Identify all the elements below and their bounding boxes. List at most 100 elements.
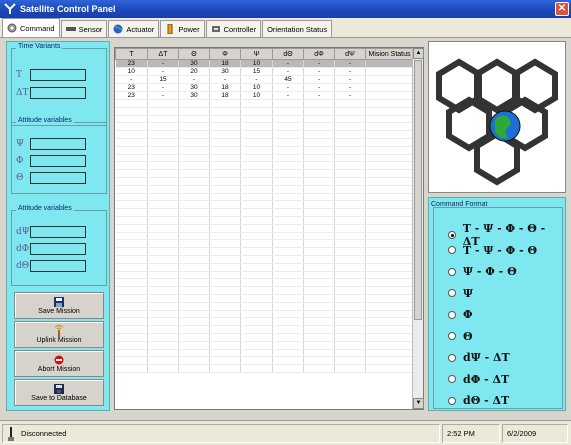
table-cell[interactable] bbox=[334, 356, 366, 366]
table-cell[interactable] bbox=[178, 286, 210, 295]
table-cell[interactable] bbox=[115, 154, 148, 163]
table-cell[interactable]: - bbox=[147, 83, 179, 92]
uplink-mission-button[interactable]: Uplink Mission bbox=[14, 321, 104, 348]
table-cell[interactable] bbox=[209, 208, 241, 217]
table-cell[interactable] bbox=[147, 99, 179, 108]
scroll-down-icon[interactable]: ▼ bbox=[413, 398, 424, 409]
table-cell[interactable] bbox=[147, 325, 179, 334]
table-cell[interactable] bbox=[240, 107, 273, 116]
table-cell[interactable] bbox=[178, 263, 210, 272]
table-cell[interactable] bbox=[272, 364, 304, 373]
table-row[interactable] bbox=[115, 154, 414, 163]
table-row[interactable] bbox=[115, 146, 414, 155]
column-header[interactable]: dΨ bbox=[334, 48, 366, 60]
table-row[interactable] bbox=[115, 122, 414, 132]
table-cell[interactable] bbox=[272, 271, 304, 280]
table-cell[interactable] bbox=[303, 263, 335, 272]
table-cell[interactable] bbox=[178, 185, 210, 194]
table-cell[interactable]: 10 bbox=[240, 91, 273, 100]
table-cell[interactable]: - bbox=[303, 83, 335, 92]
table-cell[interactable]: 18 bbox=[209, 59, 241, 68]
table-cell[interactable] bbox=[303, 232, 335, 241]
table-cell[interactable] bbox=[365, 333, 414, 342]
table-cell[interactable] bbox=[178, 310, 210, 319]
table-cell[interactable] bbox=[303, 169, 335, 178]
table-cell[interactable] bbox=[147, 255, 179, 264]
table-cell[interactable] bbox=[303, 99, 335, 108]
table-cell[interactable] bbox=[365, 216, 414, 225]
table-row[interactable] bbox=[115, 99, 414, 108]
table-cell[interactable] bbox=[334, 115, 366, 124]
table-cell[interactable] bbox=[209, 310, 241, 319]
table-cell[interactable] bbox=[115, 317, 148, 327]
radio-button[interactable] bbox=[448, 375, 456, 383]
radio-button[interactable] bbox=[448, 289, 456, 297]
table-cell[interactable] bbox=[334, 208, 366, 217]
table-cell[interactable] bbox=[115, 208, 148, 217]
table-cell[interactable] bbox=[178, 130, 210, 139]
dpsi-input[interactable] bbox=[30, 226, 86, 238]
table-row[interactable] bbox=[115, 278, 414, 288]
table-cell[interactable] bbox=[365, 115, 414, 124]
table-cell[interactable] bbox=[209, 154, 241, 163]
table-cell[interactable]: - bbox=[178, 75, 210, 84]
table-row[interactable] bbox=[115, 294, 414, 303]
table-cell[interactable] bbox=[115, 325, 148, 334]
table-cell[interactable] bbox=[209, 356, 241, 366]
table-cell[interactable] bbox=[209, 122, 241, 132]
table-cell[interactable] bbox=[115, 122, 148, 132]
table-cell[interactable]: - bbox=[303, 91, 335, 100]
table-cell[interactable] bbox=[147, 333, 179, 342]
table-cell[interactable] bbox=[334, 138, 366, 147]
table-cell[interactable] bbox=[178, 154, 210, 163]
table-cell[interactable] bbox=[178, 169, 210, 178]
command-format-option[interactable]: T - Ψ - Φ - Θ bbox=[448, 244, 537, 257]
table-cell[interactable] bbox=[209, 364, 241, 373]
table-cell[interactable] bbox=[115, 99, 148, 108]
table-cell[interactable] bbox=[147, 115, 179, 124]
table-row[interactable] bbox=[115, 115, 414, 124]
table-cell[interactable] bbox=[209, 177, 241, 186]
table-cell[interactable]: 23 bbox=[115, 83, 148, 92]
table-cell[interactable] bbox=[334, 310, 366, 319]
table-cell[interactable] bbox=[178, 216, 210, 225]
table-cell[interactable] bbox=[240, 239, 273, 249]
table-cell[interactable] bbox=[115, 115, 148, 124]
table-cell[interactable] bbox=[115, 310, 148, 319]
table-cell[interactable] bbox=[209, 232, 241, 241]
tab-command[interactable]: Command bbox=[2, 18, 60, 37]
table-cell[interactable] bbox=[147, 302, 179, 311]
table-cell[interactable]: 45 bbox=[272, 75, 304, 84]
table-cell[interactable] bbox=[365, 99, 414, 108]
table-cell[interactable]: - bbox=[303, 75, 335, 84]
table-cell[interactable] bbox=[115, 349, 148, 358]
table-cell[interactable] bbox=[303, 216, 335, 225]
table-cell[interactable] bbox=[240, 177, 273, 186]
table-row[interactable] bbox=[115, 302, 414, 311]
table-cell[interactable]: 10 bbox=[240, 83, 273, 92]
table-cell[interactable] bbox=[178, 138, 210, 147]
table-cell[interactable] bbox=[303, 255, 335, 264]
table-cell[interactable] bbox=[303, 107, 335, 116]
table-cell[interactable]: 15 bbox=[240, 67, 273, 76]
table-cell[interactable] bbox=[115, 169, 148, 178]
table-cell[interactable] bbox=[240, 325, 273, 334]
table-cell[interactable] bbox=[365, 193, 414, 202]
table-cell[interactable] bbox=[147, 130, 179, 139]
table-cell[interactable] bbox=[115, 341, 148, 350]
table-cell[interactable] bbox=[303, 333, 335, 342]
table-cell[interactable] bbox=[365, 107, 414, 116]
table-cell[interactable] bbox=[365, 278, 414, 288]
table-cell[interactable] bbox=[115, 333, 148, 342]
table-cell[interactable] bbox=[147, 216, 179, 225]
table-cell[interactable] bbox=[303, 286, 335, 295]
table-cell[interactable] bbox=[178, 364, 210, 373]
table-cell[interactable] bbox=[272, 185, 304, 194]
table-cell[interactable]: 20 bbox=[178, 67, 210, 76]
table-cell[interactable] bbox=[334, 349, 366, 358]
table-cell[interactable] bbox=[334, 224, 366, 233]
table-cell[interactable] bbox=[334, 325, 366, 334]
table-cell[interactable] bbox=[272, 278, 304, 288]
table-cell[interactable] bbox=[178, 208, 210, 217]
table-cell[interactable] bbox=[365, 356, 414, 366]
